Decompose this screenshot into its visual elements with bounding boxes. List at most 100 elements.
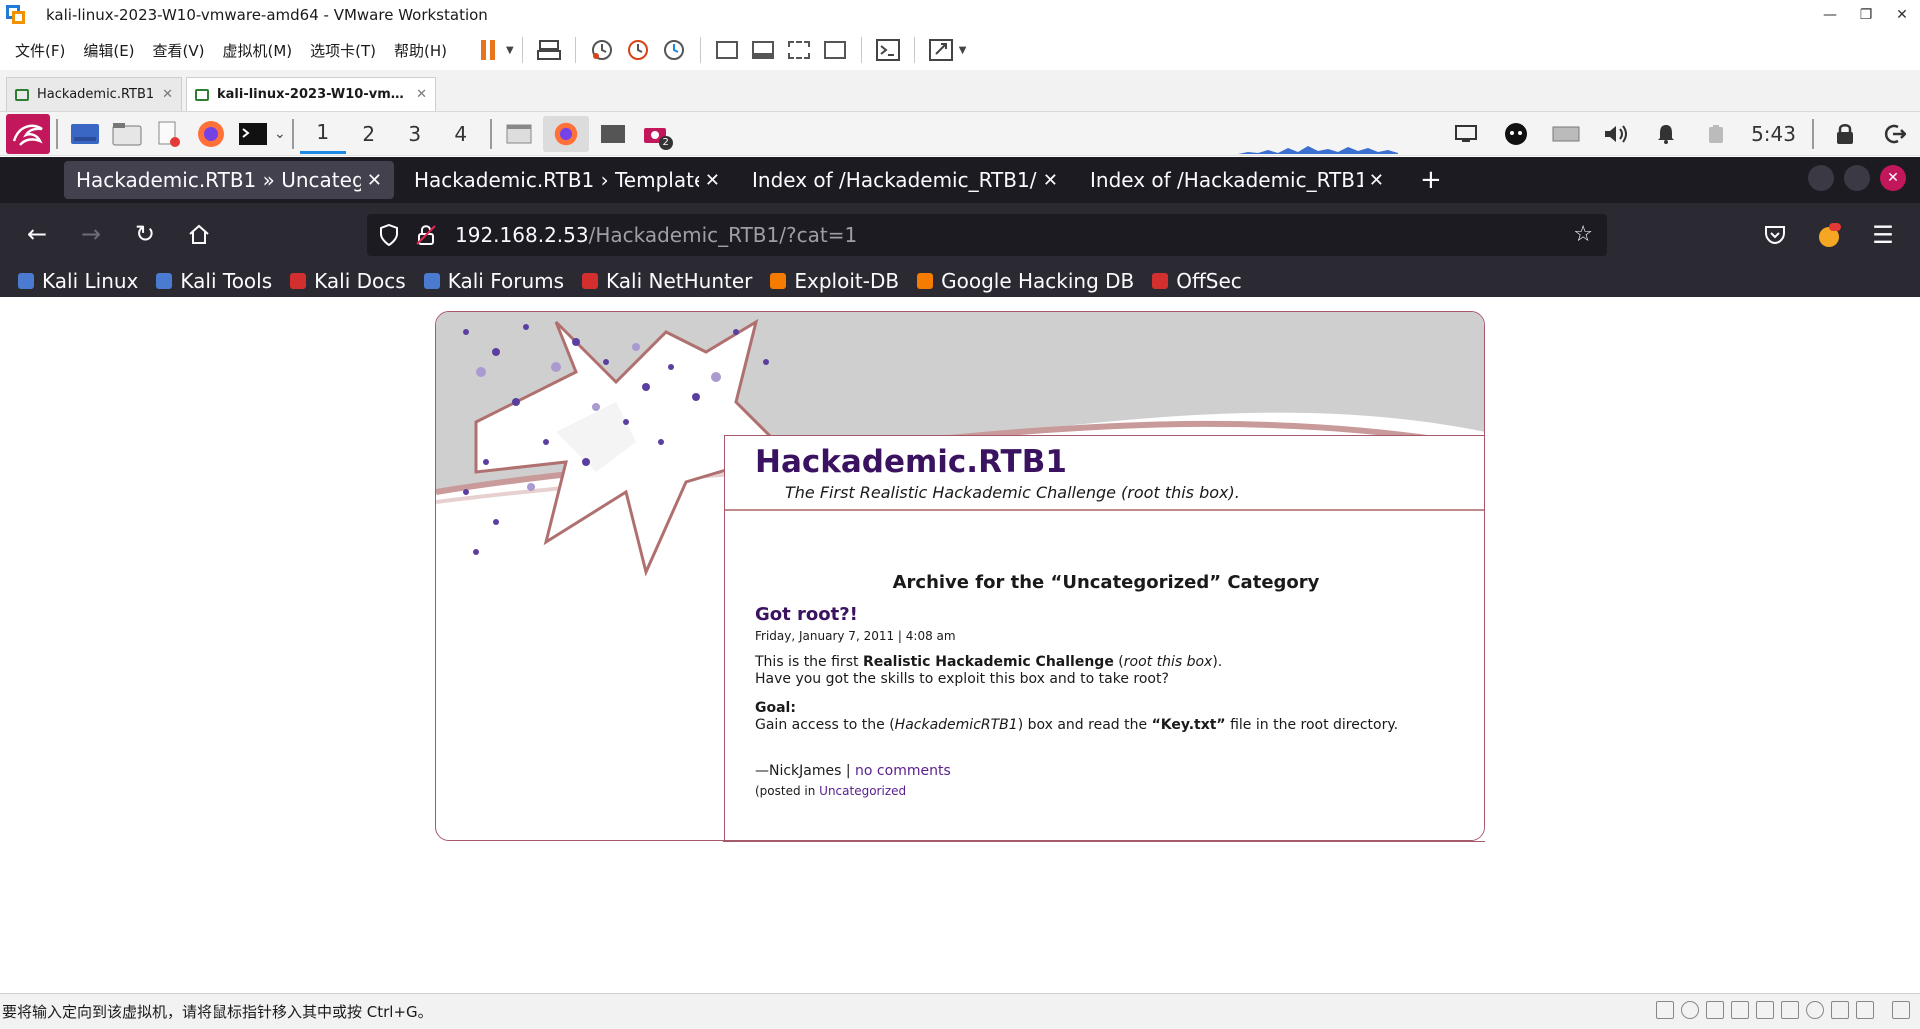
- sound-icon[interactable]: [1781, 1001, 1799, 1019]
- display-status-icon[interactable]: [1831, 1001, 1849, 1019]
- menu-tabs[interactable]: 选项卡(T): [301, 40, 385, 61]
- workspace-3[interactable]: 3: [392, 114, 438, 154]
- ff-minimize-icon[interactable]: [1808, 165, 1834, 191]
- close-tab-icon[interactable]: ✕: [367, 170, 382, 191]
- pause-dropdown-icon[interactable]: ▼: [506, 45, 514, 56]
- workspace-2[interactable]: 2: [346, 114, 392, 154]
- thumbnail-bar-button[interactable]: [747, 34, 779, 66]
- extension-button[interactable]: [1802, 213, 1856, 257]
- usb-icon[interactable]: [1756, 1001, 1774, 1019]
- terminal-dropdown-icon[interactable]: ⌄: [274, 126, 286, 142]
- window-button-firefox[interactable]: [542, 115, 589, 152]
- snapshot-button[interactable]: [586, 34, 618, 66]
- browser-tab-2[interactable]: Hackademic.RTB1 › Template ✕: [402, 161, 732, 199]
- tray-avatar-icon[interactable]: [1498, 116, 1534, 152]
- back-button[interactable]: ←: [10, 212, 64, 256]
- forward-button[interactable]: →: [64, 212, 118, 256]
- close-tab-icon[interactable]: ✕: [705, 170, 720, 191]
- show-library-button[interactable]: [711, 34, 743, 66]
- window-button-screenshot[interactable]: 2: [637, 116, 673, 152]
- post-title-link[interactable]: Got root?!: [755, 604, 858, 625]
- bookmark-offsec[interactable]: OffSec: [1152, 269, 1242, 293]
- revert-snapshot-button[interactable]: [622, 34, 654, 66]
- tracking-shield-icon: [380, 224, 398, 246]
- post-intro: This is the first Realistic Hackademic C…: [755, 654, 1223, 687]
- ff-maximize-icon[interactable]: [1844, 165, 1870, 191]
- send-ctrl-alt-del-button[interactable]: [533, 34, 565, 66]
- new-tab-button[interactable]: +: [1420, 165, 1442, 195]
- display-icon[interactable]: [1448, 116, 1484, 152]
- bookmark-google-hacking-db[interactable]: Google Hacking DB: [917, 269, 1134, 293]
- close-tab-icon[interactable]: ✕: [1369, 170, 1384, 191]
- logout-icon[interactable]: [1877, 116, 1913, 152]
- panel-clock[interactable]: 5:43: [1751, 122, 1796, 146]
- stretch-dropdown-icon[interactable]: ▼: [959, 45, 967, 56]
- lock-screen-icon[interactable]: [1827, 116, 1863, 152]
- bookmark-exploit-db[interactable]: Exploit-DB: [770, 269, 899, 293]
- cd-dvd-icon[interactable]: [1681, 1001, 1699, 1019]
- file-manager-button[interactable]: [109, 116, 145, 152]
- home-button[interactable]: [172, 212, 226, 256]
- bookmark-kali-docs[interactable]: Kali Docs: [290, 269, 406, 293]
- bookmark-kali-nethunter[interactable]: Kali NetHunter: [582, 269, 752, 293]
- app-menu-button[interactable]: ☰: [1856, 213, 1910, 257]
- site-title[interactable]: Hackademic.RTB1: [755, 444, 1067, 480]
- menu-vm[interactable]: 虚拟机(M): [214, 40, 302, 61]
- show-desktop-button[interactable]: [67, 116, 103, 152]
- ff-close-icon[interactable]: ✕: [1880, 165, 1906, 191]
- message-log-icon[interactable]: [1856, 1001, 1874, 1019]
- close-icon[interactable]: ✕: [1884, 0, 1920, 30]
- post-goal: Goal: Gain access to the (HackademicRTB1…: [755, 700, 1399, 733]
- pocket-button[interactable]: [1748, 213, 1802, 257]
- bookmark-kali-forums[interactable]: Kali Forums: [423, 269, 564, 293]
- console-icon: [875, 39, 900, 61]
- window-button-blank[interactable]: [501, 116, 537, 152]
- console-view-button[interactable]: [872, 34, 904, 66]
- workspace-1[interactable]: 1: [299, 114, 346, 154]
- restore-icon[interactable]: ❐: [1848, 0, 1884, 30]
- bookmark-star-icon[interactable]: ☆: [1573, 222, 1593, 247]
- close-tab-icon[interactable]: ✕: [416, 87, 427, 102]
- kali-menu-button[interactable]: [6, 113, 50, 154]
- workspace-4[interactable]: 4: [438, 114, 484, 154]
- close-tab-icon[interactable]: ✕: [1043, 170, 1058, 191]
- bookmark-kali-linux[interactable]: Kali Linux: [18, 269, 138, 293]
- keyboard-layout-icon[interactable]: [1548, 116, 1584, 152]
- browser-tab-4[interactable]: Index of /Hackademic_RTB1/w ✕: [1078, 161, 1396, 199]
- menu-file[interactable]: 文件(F): [6, 40, 74, 61]
- printer-icon[interactable]: [1806, 1001, 1824, 1019]
- bookmark-kali-tools[interactable]: Kali Tools: [156, 269, 272, 293]
- category-link[interactable]: Uncategorized: [819, 784, 906, 798]
- menu-edit[interactable]: 编辑(E): [74, 40, 143, 61]
- window-button-terminal[interactable]: [595, 116, 631, 152]
- terminal-launcher-button[interactable]: [235, 116, 271, 152]
- hard-disk-icon[interactable]: [1656, 1001, 1674, 1019]
- notifications-icon[interactable]: [1648, 116, 1684, 152]
- text-editor-button[interactable]: [151, 116, 187, 152]
- vm-tab-kali[interactable]: kali-linux-2023-W10-vmwar... ✕: [186, 77, 436, 111]
- fit-guest-icon[interactable]: [1892, 1001, 1910, 1019]
- stretch-view-button[interactable]: [925, 34, 957, 66]
- menu-help[interactable]: 帮助(H): [385, 40, 456, 61]
- snapshot-manager-button[interactable]: [658, 34, 690, 66]
- window-title: kali-linux-2023-W10-vmware-amd64 - VMwar…: [46, 6, 488, 24]
- url-bar[interactable]: 192.168.2.53/Hackademic_RTB1/?cat=1 ☆: [367, 214, 1607, 256]
- home-icon: [189, 224, 209, 244]
- full-screen-button[interactable]: [783, 34, 815, 66]
- browser-tab-3[interactable]: Index of /Hackademic_RTB1/w ✕: [740, 161, 1070, 199]
- vm-tab-hackademic[interactable]: Hackademic.RTB1 ✕: [6, 77, 182, 111]
- volume-icon[interactable]: [1598, 116, 1634, 152]
- close-tab-icon[interactable]: ✕: [162, 87, 173, 102]
- reload-button[interactable]: ↻: [118, 212, 172, 256]
- firefox-launcher-button[interactable]: [193, 116, 229, 152]
- pause-vm-button[interactable]: [472, 34, 504, 66]
- unity-button[interactable]: [819, 34, 851, 66]
- battery-icon[interactable]: [1698, 116, 1734, 152]
- vmware-tabbar: Hackademic.RTB1 ✕ kali-linux-2023-W10-vm…: [0, 70, 1920, 112]
- menu-view[interactable]: 查看(V): [144, 40, 214, 61]
- network-adapter-icon[interactable]: [1706, 1001, 1724, 1019]
- minimize-icon[interactable]: —: [1812, 0, 1848, 30]
- browser-tab-1[interactable]: Hackademic.RTB1 » Uncatego ✕: [64, 161, 394, 199]
- network-adapter-2-icon[interactable]: [1731, 1001, 1749, 1019]
- comments-link[interactable]: no comments: [855, 763, 951, 779]
